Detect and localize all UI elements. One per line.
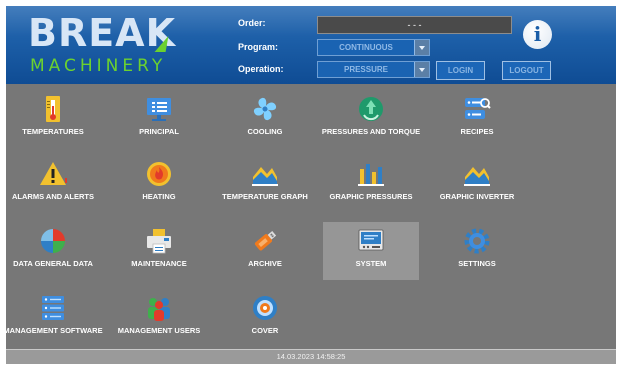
fan-icon — [250, 94, 280, 124]
menu-item-data-general-data[interactable]: DATA GENERAL DATA — [6, 222, 101, 280]
menu-item-label: TEMPERATURES — [22, 127, 84, 136]
menu-item-graphic-pressures[interactable]: GRAPHIC PRESSURES — [323, 155, 419, 213]
flame-icon — [144, 159, 174, 189]
menu-item-label: MAINTENANCE — [131, 259, 187, 268]
menu-item-label: COOLING — [247, 127, 283, 136]
status-bar: 14.03.2023 14:58:25 — [6, 349, 616, 364]
login-button[interactable]: LOGIN — [436, 61, 485, 80]
brand-sub: MACHINERY — [30, 56, 167, 76]
datetime-display: 14.03.2023 14:58:25 — [276, 352, 346, 361]
operation-label: Operation: — [238, 64, 284, 74]
order-label: Order: — [238, 18, 266, 28]
menu-item-recipes[interactable]: RECIPES — [429, 90, 525, 148]
menu-item-cover[interactable]: COVER — [217, 289, 313, 347]
menu-item-management-users[interactable]: MANAGEMENT USERS — [111, 289, 207, 347]
menu-item-management-software[interactable]: MANAGEMENT SOFTWARE — [6, 289, 103, 347]
menu-item-label: COVER — [251, 326, 279, 335]
program-value: CONTINUOUS — [339, 43, 393, 52]
chevron-down-icon[interactable] — [414, 62, 429, 77]
menu-item-label: ALARMS AND ALERTS — [12, 192, 94, 201]
operation-select[interactable]: PRESSURE — [317, 61, 430, 78]
area-graph-icon — [462, 159, 492, 189]
menu-item-settings[interactable]: SETTINGS — [429, 222, 525, 280]
warning-icon — [38, 159, 68, 189]
area-graph-icon — [250, 159, 280, 189]
menu-item-maintenance[interactable]: MAINTENANCE — [111, 222, 207, 280]
operation-value: PRESSURE — [343, 65, 388, 74]
menu-item-label: MANAGEMENT SOFTWARE — [6, 326, 103, 335]
menu-item-label: RECIPES — [460, 127, 494, 136]
menu-item-label: SETTINGS — [458, 259, 496, 268]
usb-drive-icon — [250, 226, 280, 256]
bar-graph-icon — [356, 159, 386, 189]
menu-item-label: SYSTEM — [355, 259, 387, 268]
logout-button[interactable]: LOGOUT — [502, 61, 551, 80]
menu-item-temperatures[interactable]: TEMPERATURES — [6, 90, 101, 148]
menu-item-archive[interactable]: ARCHIVE — [217, 222, 313, 280]
menu-item-graphic-inverter[interactable]: GRAPHIC INVERTER — [429, 155, 525, 213]
program-label: Program: — [238, 42, 279, 52]
menu-item-cooling[interactable]: COOLING — [217, 90, 313, 148]
menu-item-label: GRAPHIC INVERTER — [439, 192, 515, 201]
pie-chart-icon — [38, 226, 68, 256]
system-panel-icon — [356, 226, 386, 256]
menu-item-principal[interactable]: PRINCIPAL — [111, 90, 207, 148]
thermometer-icon — [38, 94, 68, 124]
brand-logo: BREAK — [28, 11, 177, 55]
menu-item-label: PRESSURES AND TORQUE — [321, 127, 421, 136]
gear-icon — [462, 226, 492, 256]
menu-item-heating[interactable]: HEATING — [111, 155, 207, 213]
monitor-icon — [144, 94, 174, 124]
printer-icon — [144, 226, 174, 256]
order-field[interactable]: - - - — [317, 16, 512, 34]
server-search-icon — [462, 94, 492, 124]
menu-item-label: TEMPERATURE GRAPH — [222, 192, 308, 201]
menu-item-label: GRAPHIC PRESSURES — [329, 192, 413, 201]
menu-item-label: ARCHIVE — [248, 259, 282, 268]
menu-item-label: MANAGEMENT USERS — [117, 326, 201, 335]
menu-item-system[interactable]: SYSTEM — [323, 222, 419, 280]
menu-item-alarms-and-alerts[interactable]: ALARMS AND ALERTS — [6, 155, 101, 213]
menu-item-label: HEATING — [142, 192, 176, 201]
server-rack-icon — [38, 293, 68, 323]
menu-item-pressures-and-torque[interactable]: PRESSURES AND TORQUE — [322, 90, 420, 148]
info-icon[interactable]: i — [523, 20, 552, 49]
recycle-icon — [356, 94, 386, 124]
hmi-screen: BREAK MACHINERY Order: - - - Program: CO… — [6, 6, 616, 364]
program-select[interactable]: CONTINUOUS — [317, 39, 430, 56]
chevron-down-icon[interactable] — [414, 40, 429, 55]
menu-item-label: PRINCIPAL — [139, 127, 179, 136]
menu-item-label: DATA GENERAL DATA — [13, 259, 93, 268]
header-bar: BREAK MACHINERY Order: - - - Program: CO… — [6, 6, 616, 84]
menu-item-temperature-graph[interactable]: TEMPERATURE GRAPH — [217, 155, 313, 213]
users-icon — [144, 293, 174, 323]
cover-icon — [250, 293, 280, 323]
